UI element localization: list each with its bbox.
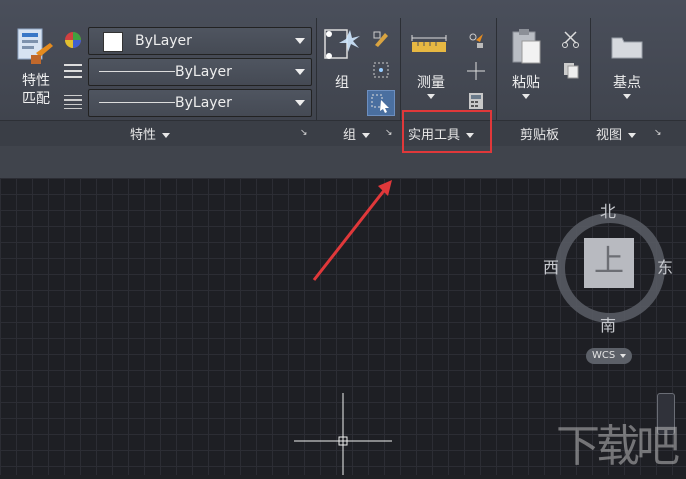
basepoint-label: 基点 bbox=[613, 75, 641, 91]
linetype-dropdown-value: ByLayer bbox=[175, 64, 232, 80]
ungroup-icon[interactable] bbox=[372, 61, 390, 83]
group-panel-label[interactable]: 组 bbox=[343, 124, 371, 143]
basepoint-button[interactable]: 基点 bbox=[608, 72, 646, 99]
linetype-sample-line bbox=[99, 71, 175, 72]
viewcube-west[interactable]: 西 bbox=[543, 254, 559, 278]
wcs-menu-button[interactable]: WCS bbox=[586, 348, 632, 364]
chevron-down-icon bbox=[295, 100, 305, 106]
lineweight-dropdown[interactable]: ByLayer bbox=[88, 89, 312, 117]
chevron-down-icon bbox=[427, 94, 435, 99]
viewcube-top-face[interactable]: 上 bbox=[584, 238, 634, 288]
lineweight-icon bbox=[63, 93, 83, 115]
lineweight-sample-line bbox=[99, 102, 175, 103]
wcs-label: WCS bbox=[592, 350, 616, 361]
color-dropdown[interactable]: ByLayer bbox=[88, 27, 312, 55]
match-label-line2: 匹配 bbox=[22, 91, 50, 107]
view-panel-label[interactable]: 视图 bbox=[596, 124, 637, 143]
color-dropdown-value: ByLayer bbox=[135, 33, 192, 49]
match-properties-icon bbox=[14, 27, 54, 69]
watermark-logo: 下载吧 bbox=[556, 421, 680, 472]
dialog-launcher-icon[interactable]: ↘ bbox=[300, 128, 308, 138]
paste-button[interactable]: 粘贴 bbox=[508, 72, 544, 99]
linetype-icon bbox=[63, 62, 83, 84]
group-icon bbox=[322, 26, 362, 70]
point-style-icon[interactable] bbox=[466, 61, 486, 85]
match-properties-button[interactable]: 特性 匹配 bbox=[14, 72, 58, 108]
paste-label: 粘贴 bbox=[512, 75, 540, 91]
clipboard-panel-label: 剪贴板 bbox=[520, 128, 560, 143]
crosshair-cursor bbox=[294, 393, 392, 475]
cut-icon[interactable] bbox=[562, 30, 580, 52]
viewcube-north[interactable]: 北 bbox=[600, 198, 616, 222]
color-swatch bbox=[103, 32, 123, 52]
group-edit-icon[interactable] bbox=[372, 30, 390, 52]
dialog-launcher-icon[interactable]: ↘ bbox=[385, 128, 393, 138]
chevron-down-icon bbox=[620, 354, 626, 358]
group-button[interactable]: 组 bbox=[330, 72, 354, 92]
properties-panel-label[interactable]: 特性 bbox=[130, 124, 171, 143]
measure-label: 测量 bbox=[417, 75, 445, 91]
quick-select-icon[interactable] bbox=[466, 30, 486, 54]
highlight-box bbox=[402, 110, 492, 153]
measure-icon bbox=[410, 34, 450, 62]
basepoint-icon bbox=[610, 34, 644, 64]
chevron-down-icon bbox=[623, 94, 631, 99]
copy-icon[interactable] bbox=[562, 61, 580, 83]
lineweight-dropdown-value: ByLayer bbox=[175, 95, 232, 111]
chevron-down-icon bbox=[295, 69, 305, 75]
chevron-down-icon bbox=[295, 38, 305, 44]
color-wheel-icon bbox=[64, 31, 82, 53]
linetype-dropdown[interactable]: ByLayer bbox=[88, 58, 312, 86]
match-label-line1: 特性 bbox=[22, 73, 50, 89]
measure-button[interactable]: 测量 bbox=[412, 72, 450, 99]
dialog-launcher-icon[interactable]: ↘ bbox=[654, 128, 662, 138]
annotation-arrow bbox=[308, 176, 398, 290]
chevron-down-icon bbox=[362, 133, 371, 138]
chevron-down-icon bbox=[162, 133, 171, 138]
paste-icon bbox=[510, 27, 544, 71]
ribbon: 特性 匹配 ByLayer ByLayer ByLayer 组 测量 粘贴 基点… bbox=[0, 0, 686, 147]
file-tab-bar bbox=[0, 146, 686, 179]
chevron-down-icon bbox=[522, 94, 530, 99]
chevron-down-icon bbox=[628, 133, 637, 138]
viewcube-south[interactable]: 南 bbox=[600, 312, 616, 336]
viewcube-east[interactable]: 东 bbox=[657, 254, 673, 278]
group-select-icon[interactable] bbox=[367, 90, 395, 116]
